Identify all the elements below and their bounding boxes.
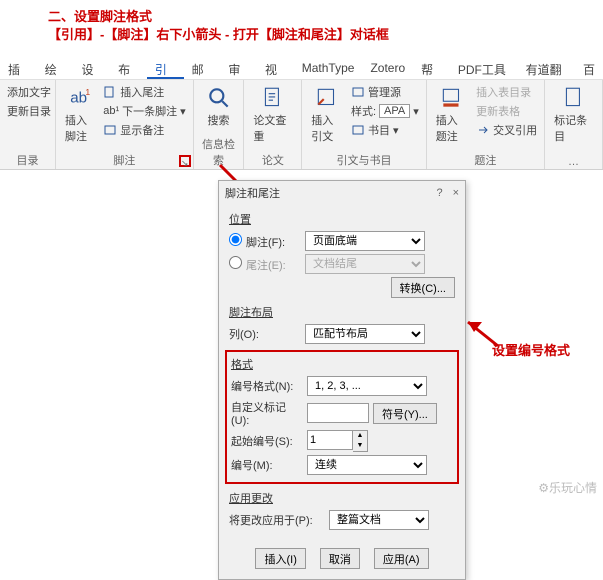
manage-sources-button[interactable]: 管理源 [349, 83, 421, 101]
tab-help[interactable]: 帮助 [413, 58, 450, 79]
custom-mark-input[interactable] [307, 403, 369, 423]
footnote-endnote-dialog: 脚注和尾注 ? × 位置 脚注(F):页面底端 尾注(E):文档结尾 转换(C).… [218, 180, 466, 580]
tab-insert[interactable]: 插入 [0, 58, 37, 79]
insert-endnote-button[interactable]: 插入尾注 [101, 83, 187, 101]
insert-tof-button[interactable]: 插入表目录 [474, 83, 539, 101]
tab-zotero[interactable]: Zotero [362, 58, 413, 79]
endnote-position-select: 文档结尾 [305, 254, 425, 274]
numbering-select[interactable]: 连续 [307, 455, 427, 475]
symbol-button[interactable]: 符号(Y)... [373, 403, 437, 424]
tab-mathtype[interactable]: MathType [294, 58, 363, 79]
insert-citation-button[interactable]: 插入引文 [307, 83, 347, 146]
group-paper-label: 论文 [249, 151, 296, 168]
citation-style-select[interactable]: 样式:APA▾ [349, 102, 421, 120]
spin-down[interactable]: ▼ [353, 441, 367, 451]
paper-check-button[interactable]: 论文查重 [249, 83, 296, 146]
apply-button[interactable]: 应用(A) [374, 548, 429, 569]
radio-endnote[interactable]: 尾注(E): [229, 256, 301, 273]
tab-youdao[interactable]: 有道翻译 [518, 58, 575, 79]
annotation-path: 【引用】-【脚注】右下小箭头 - 打开【脚注和尾注】对话框 [48, 24, 389, 43]
dialog-close-button[interactable]: × [453, 187, 459, 199]
section-apply-title: 应用更改 [229, 490, 455, 506]
group-captions-label: 题注 [432, 151, 539, 168]
ribbon: 添加文字更新目录 目录 ab1插入脚注 插入尾注 ab¹下一条脚注▾ 显示备注 … [0, 80, 603, 170]
search-button[interactable]: 搜索 [199, 83, 239, 130]
tab-review[interactable]: 审阅 [220, 58, 257, 79]
ribbon-tabs: 插入 绘图 设计 布局 引用 邮件 审阅 视图 MathType Zotero … [0, 58, 603, 80]
section-layout-title: 脚注布局 [229, 304, 455, 320]
start-at-spinner[interactable]: ▲▼ [307, 430, 368, 452]
bibliography-button[interactable]: 书目▾ [349, 121, 421, 139]
insert-footnote-button[interactable]: ab1插入脚注 [61, 83, 99, 146]
footnote-position-select[interactable]: 页面底端 [305, 231, 425, 251]
group-research: 搜索 信息检索 [194, 80, 245, 169]
group-captions: 插入题注 插入表目录 更新表格 交叉引用 题注 [427, 80, 545, 169]
tab-view[interactable]: 视图 [257, 58, 294, 79]
footnotes-dialog-launcher[interactable]: ↘ [179, 155, 191, 167]
watermark: ⚙乐玩心情 [538, 479, 597, 496]
dialog-titlebar: 脚注和尾注 ? × [219, 181, 465, 205]
insert-caption-button[interactable]: 插入题注 [432, 83, 472, 146]
tab-draw[interactable]: 绘图 [37, 58, 74, 79]
apply-to-label: 将更改应用于(P): [229, 512, 325, 528]
group-toc: 添加文字更新目录 目录 [0, 80, 56, 169]
dialog-help-button[interactable]: ? [436, 187, 442, 199]
group-research-label: 信息检索 [199, 135, 239, 168]
number-format-label: 编号格式(N): [231, 378, 303, 394]
svg-text:1: 1 [86, 87, 91, 97]
apply-to-select[interactable]: 整篇文档 [329, 510, 429, 530]
group-citations: 插入引文 管理源 样式:APA▾ 书目▾ 引文与书目 [302, 80, 426, 169]
mark-entry-button[interactable]: 标记条目 [550, 83, 597, 146]
group-footnotes: ab1插入脚注 插入尾注 ab¹下一条脚注▾ 显示备注 脚注 ↘ [56, 80, 194, 169]
radio-footnote[interactable]: 脚注(F): [229, 233, 301, 250]
dialog-title: 脚注和尾注 [225, 185, 280, 201]
dialog-footer: 插入(I) 取消 应用(A) [219, 540, 465, 579]
columns-label: 列(O): [229, 326, 301, 342]
tab-mail[interactable]: 邮件 [184, 58, 221, 79]
convert-button[interactable]: 转换(C)... [391, 277, 455, 298]
section-apply: 应用更改 将更改应用于(P):整篇文档 [229, 490, 455, 530]
cross-reference-button[interactable]: 交叉引用 [474, 121, 539, 139]
tab-references[interactable]: 引用 [147, 58, 184, 79]
add-text-button[interactable]: 添加文字 [5, 83, 53, 101]
tab-design[interactable]: 设计 [73, 58, 110, 79]
tab-more[interactable]: 百 [575, 58, 603, 79]
columns-select[interactable]: 匹配节布局 [305, 324, 425, 344]
cancel-button[interactable]: 取消 [320, 548, 360, 569]
annotation-side: 设置编号格式 [492, 340, 570, 359]
group-index: 标记条目 … [545, 80, 603, 169]
section-layout: 脚注布局 列(O):匹配节布局 [229, 304, 455, 344]
start-at-label: 起始编号(S): [231, 433, 303, 449]
spin-up[interactable]: ▲ [353, 431, 367, 441]
group-toc-label: 目录 [5, 151, 50, 168]
section-format-highlight: 格式 编号格式(N):1, 2, 3, ... 自定义标记(U): 符号(Y)..… [225, 350, 459, 484]
section-position-title: 位置 [229, 211, 455, 227]
number-format-select[interactable]: 1, 2, 3, ... [307, 376, 427, 396]
next-footnote-button[interactable]: ab¹下一条脚注▾ [101, 102, 187, 120]
section-position: 位置 脚注(F):页面底端 尾注(E):文档结尾 转换(C)... [229, 211, 455, 298]
numbering-label: 编号(M): [231, 457, 303, 473]
group-index-label: … [550, 155, 597, 168]
update-table-button[interactable]: 更新表格 [474, 102, 539, 120]
custom-mark-label: 自定义标记(U): [231, 399, 303, 427]
insert-button[interactable]: 插入(I) [255, 548, 305, 569]
group-footnotes-label: 脚注 [61, 151, 188, 168]
group-paper: 论文查重 论文 [244, 80, 302, 169]
group-citations-label: 引文与书目 [307, 151, 420, 168]
section-format-title: 格式 [231, 356, 453, 372]
tab-pdf[interactable]: PDF工具集 [450, 58, 518, 79]
update-toc-button[interactable]: 更新目录 [5, 102, 53, 120]
annotation-title: 二、设置脚注格式 [48, 6, 152, 25]
show-notes-button[interactable]: 显示备注 [101, 121, 187, 139]
tab-layout[interactable]: 布局 [110, 58, 147, 79]
